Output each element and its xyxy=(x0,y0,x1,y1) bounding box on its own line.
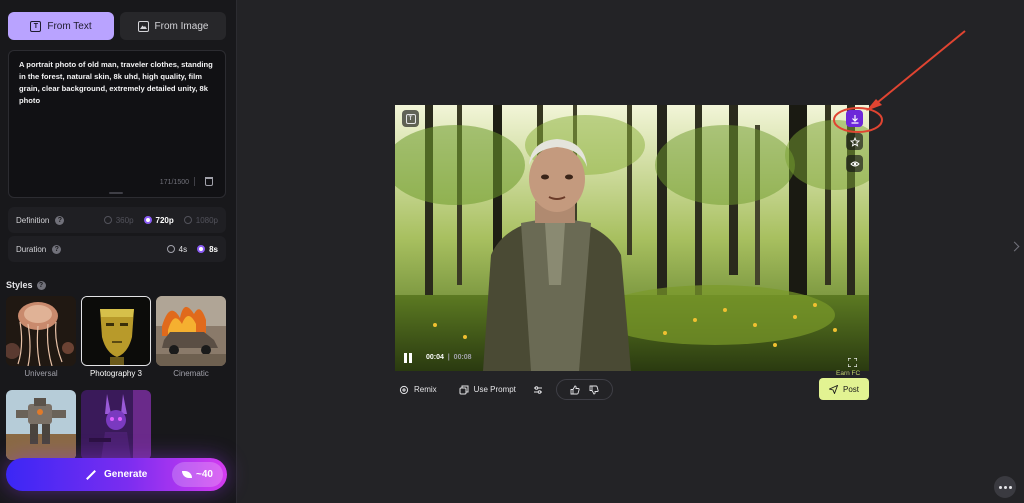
mech-robot-thumbnail xyxy=(6,390,76,460)
video-player[interactable]: T xyxy=(395,105,869,371)
sliders-icon xyxy=(533,385,542,394)
credit-cost-badge: ~40 xyxy=(172,462,223,487)
help-icon[interactable]: ? xyxy=(55,215,65,225)
use-prompt-button[interactable]: Use Prompt xyxy=(459,385,516,395)
thumbs-down-icon[interactable] xyxy=(589,385,599,395)
definition-option-1080p: 1080p xyxy=(183,215,218,225)
tab-from-image-label: From Image xyxy=(154,20,209,32)
tab-from-text-label: From Text xyxy=(47,20,92,32)
trash-icon[interactable] xyxy=(205,177,213,186)
definition-label: Definition xyxy=(16,215,50,225)
time-separator: | xyxy=(445,354,452,361)
dot xyxy=(998,485,1002,489)
definition-option-label: 1080p xyxy=(195,215,218,225)
vote-pill xyxy=(555,379,613,400)
tab-from-image[interactable]: From Image xyxy=(120,12,226,40)
send-icon xyxy=(828,384,838,394)
duration-options: 4s 8s xyxy=(166,244,218,254)
playback-time: 00:04 | 00:08 xyxy=(426,354,472,361)
definition-option-720p[interactable]: 720p xyxy=(143,215,174,225)
help-icon[interactable]: ? xyxy=(36,280,46,290)
help-icon[interactable]: ? xyxy=(52,244,62,254)
dot xyxy=(1008,485,1012,489)
annotation-arrow xyxy=(833,30,966,133)
radio-button xyxy=(183,216,192,224)
prompt-textarea[interactable]: A portrait photo of old man, traveler cl… xyxy=(8,50,226,198)
divider xyxy=(194,177,195,186)
style-card-universal[interactable] xyxy=(6,296,76,366)
post-label: Post xyxy=(842,384,859,394)
fullscreen-icon[interactable] xyxy=(847,354,858,368)
settings-button[interactable] xyxy=(533,385,543,395)
text-icon: T xyxy=(405,113,416,124)
styles-heading: Styles ? xyxy=(6,280,46,290)
radio-button[interactable] xyxy=(143,216,152,224)
duration-option-label: 8s xyxy=(209,244,218,254)
style-label-photography-3: Photography 3 xyxy=(89,369,143,378)
duration-label: Duration xyxy=(16,244,47,254)
prompt-overlay-button[interactable]: T xyxy=(402,110,419,127)
remix-label: Remix xyxy=(414,385,437,394)
video-frame-image xyxy=(395,105,869,371)
generate-button-content: Generate xyxy=(84,469,147,481)
more-options-button[interactable] xyxy=(994,476,1016,498)
prompt-text[interactable]: A portrait photo of old man, traveler cl… xyxy=(19,59,215,107)
radio-button[interactable] xyxy=(197,245,206,253)
style-card-cinematic[interactable] xyxy=(156,296,226,366)
tab-from-text[interactable]: T From Text xyxy=(8,12,114,40)
styles-label: Styles xyxy=(6,280,33,290)
left-panel: T From Text From Image A portrait photo … xyxy=(0,0,237,503)
radio-button xyxy=(103,216,112,224)
earn-label: Earn FC xyxy=(836,370,861,377)
mode-tabs: T From Text From Image xyxy=(8,12,226,40)
copy-icon xyxy=(459,385,469,394)
image-icon xyxy=(137,20,149,32)
definition-option-360p: 360p xyxy=(103,215,134,225)
definition-options: 360p 720p 1080p xyxy=(103,215,218,225)
duration-row: Duration ? 4s 8s xyxy=(8,236,226,262)
dot xyxy=(1003,485,1007,489)
post-button[interactable]: Post xyxy=(819,378,869,400)
thumbs-up-icon[interactable] xyxy=(570,385,580,395)
pause-icon[interactable] xyxy=(404,353,413,363)
text-icon: T xyxy=(30,20,42,32)
style-card-rabbit[interactable] xyxy=(81,390,151,460)
feather-icon xyxy=(182,471,193,478)
radio-button[interactable] xyxy=(166,245,175,253)
remix-icon xyxy=(399,385,409,394)
use-prompt-label: Use Prompt xyxy=(473,385,516,394)
style-card-mech[interactable] xyxy=(6,390,76,460)
char-count: 171/1500 xyxy=(159,179,189,186)
generate-button[interactable]: Generate ~40 xyxy=(6,458,227,491)
definition-option-label: 360p xyxy=(115,215,134,225)
eye-icon xyxy=(849,161,860,166)
gold-mask-thumbnail xyxy=(82,297,150,365)
remix-button[interactable]: Remix xyxy=(399,385,437,395)
magic-wand-icon xyxy=(84,469,96,481)
resize-handle[interactable] xyxy=(109,192,123,194)
definition-option-label: 720p xyxy=(155,215,174,225)
current-time: 00:04 xyxy=(426,354,444,361)
duration-option-4s[interactable]: 4s xyxy=(166,244,188,254)
video-action-bar: Remix Use Prompt xyxy=(395,379,613,400)
definition-row: Definition ? 360p 720p 1080p xyxy=(8,207,226,233)
rabbit-warrior-thumbnail xyxy=(81,390,151,460)
generate-label: Generate xyxy=(104,469,148,480)
style-card-photography-3[interactable] xyxy=(81,296,151,366)
credit-cost: ~40 xyxy=(196,469,213,480)
duration-option-8s[interactable]: 8s xyxy=(197,245,218,254)
duration-option-label: 4s xyxy=(178,244,188,254)
total-time: 00:08 xyxy=(453,354,472,361)
style-label-universal: Universal xyxy=(24,369,58,378)
chevron-right-icon[interactable] xyxy=(1009,241,1020,252)
burning-car-thumbnail xyxy=(156,296,226,366)
jellyfish-thumbnail xyxy=(6,296,76,366)
view-button[interactable] xyxy=(846,155,863,172)
style-label-cinematic: Cinematic xyxy=(173,369,209,378)
